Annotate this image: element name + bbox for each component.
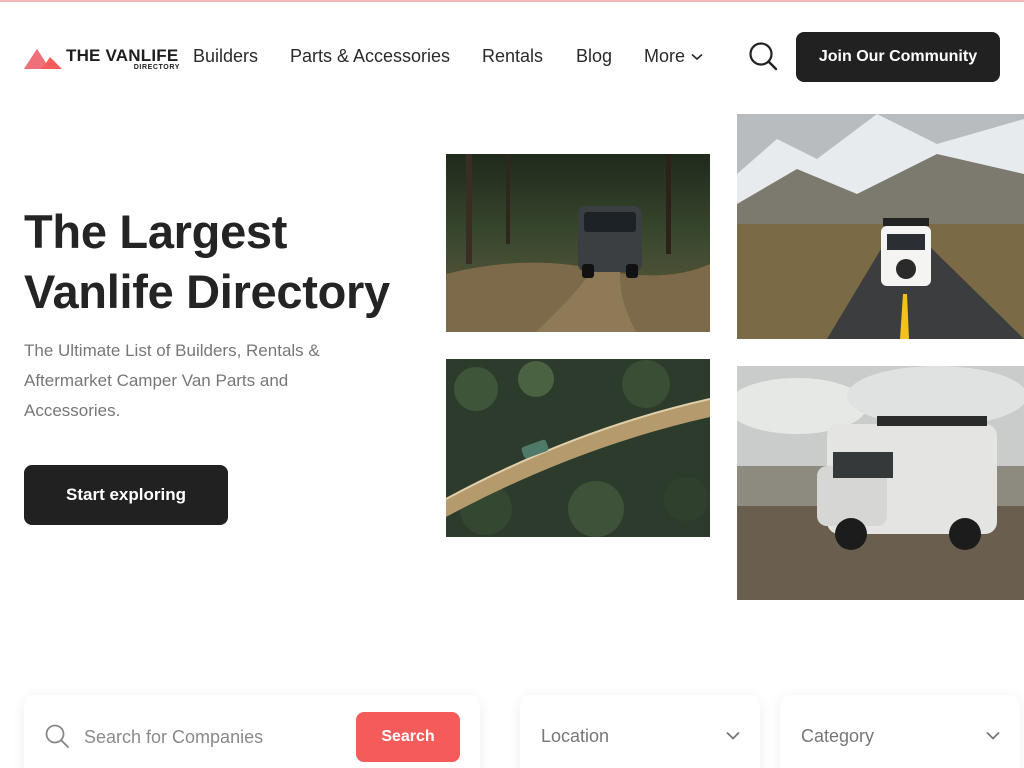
search-icon — [749, 42, 778, 71]
header-search-button[interactable] — [747, 40, 779, 72]
hero-title-line-1: The Largest — [24, 205, 288, 258]
logo-tagline: DIRECTORY — [133, 64, 180, 71]
location-select[interactable]: Location — [520, 695, 760, 768]
search-button[interactable]: Search — [356, 712, 460, 762]
chevron-down-icon — [986, 731, 1000, 740]
nav-item-rentals[interactable]: Rentals — [482, 46, 543, 67]
company-search-input[interactable] — [84, 723, 354, 751]
start-exploring-button[interactable]: Start exploring — [24, 465, 228, 525]
chevron-down-icon — [691, 53, 703, 60]
hero-subtitle: The Ultimate List of Builders, Rentals &… — [24, 341, 320, 420]
join-community-button[interactable]: Join Our Community — [796, 32, 1000, 82]
company-search-card: Search — [24, 695, 480, 768]
photo-van-mountain-road — [737, 114, 1024, 339]
site-logo[interactable]: THE VANLIFE DIRECTORY — [24, 43, 182, 73]
nav-item-more[interactable]: More — [644, 46, 703, 67]
location-select-label: Location — [541, 726, 610, 746]
category-select-label: Category — [801, 726, 875, 746]
logo-title: THE VANLIFE — [66, 46, 179, 65]
photo-van-bridge — [446, 359, 710, 537]
nav-item-parts-accessories[interactable]: Parts & Accessories — [290, 46, 450, 67]
nav-item-builders[interactable]: Builders — [193, 46, 258, 67]
photo-van-forest-track — [446, 154, 710, 332]
chevron-down-icon — [726, 731, 740, 740]
photo-van-gravel-plain — [737, 366, 1024, 600]
nav-item-blog[interactable]: Blog — [576, 46, 612, 67]
category-select[interactable]: Category — [780, 695, 1020, 768]
search-icon — [45, 724, 69, 748]
hero-title: The Largest Vanlife Directory — [24, 202, 434, 322]
hero-title-line-2: Vanlife Directory — [24, 265, 390, 318]
nav-more-label: More — [644, 46, 686, 66]
site-header: THE VANLIFE DIRECTORY Builders Parts & A… — [0, 2, 1024, 102]
mountain-logo-icon — [24, 49, 62, 69]
